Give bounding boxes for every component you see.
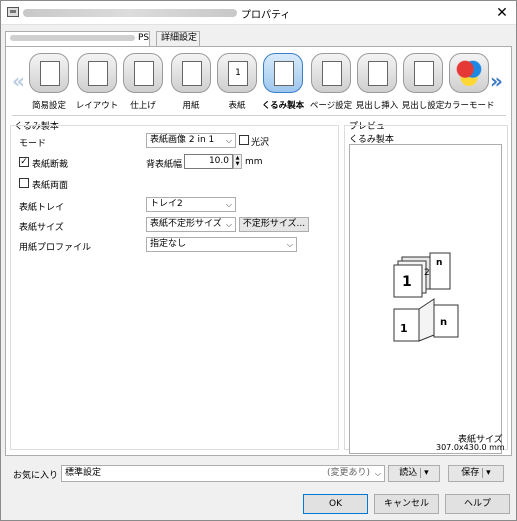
window-title: プロパティ — [241, 10, 291, 21]
favorites-value: 標準設定 — [65, 468, 102, 478]
mode-select[interactable]: 表紙画像 2 in 1 ⌵ — [146, 133, 236, 148]
tab-advanced[interactable]: 詳細設定 — [156, 31, 200, 46]
page-n-label: n — [436, 258, 442, 268]
preview-image: 1 2 n 1 n 表紙サイズ 307.0x430.0 mm — [349, 144, 505, 454]
divider — [12, 115, 506, 116]
page-n-label: n — [440, 317, 447, 328]
tab-ps-label: PS — [138, 33, 150, 43]
cover-tray-value: トレイ2 — [150, 199, 183, 209]
spine-width-label: 背表紙幅 — [146, 160, 183, 170]
save-label: 保存 — [461, 468, 480, 478]
tab-name-redacted — [10, 34, 135, 41]
chevron-down-icon: ⌵ — [225, 220, 232, 229]
favorites-changed-note: (変更あり) — [326, 468, 370, 478]
paper-profile-value: 指定なし — [150, 239, 187, 249]
cover-size-value: 表紙不定形サイズ — [150, 219, 222, 229]
mode-label: モード — [19, 139, 47, 149]
load-label: 読込 — [399, 468, 418, 478]
title-bar: プロパティ ✕ — [1, 1, 516, 25]
paper-profile-select[interactable]: 指定なし ⌵ — [146, 237, 297, 252]
perfect-binding-icon — [263, 53, 303, 93]
feature-color-mode[interactable]: カラーモード — [443, 53, 495, 115]
save-button[interactable]: 保存 ▾ — [448, 465, 504, 482]
tab-ps[interactable]: PS — [5, 31, 150, 47]
tab-insert-icon — [357, 53, 397, 93]
spine-width-input[interactable]: 10.0 — [184, 154, 233, 169]
properties-window: プロパティ ✕ PS 詳細設定 « 简易設定 レイアウト 仕上げ 用紙 1 表紙… — [0, 0, 517, 521]
cancel-button[interactable]: キャンセル — [374, 494, 439, 514]
feature-finishing[interactable]: 仕上げ — [120, 53, 166, 115]
cover-size-value: 307.0x430.0 mm — [436, 443, 505, 452]
favorites-label: お気に入り — [13, 471, 59, 481]
spine-unit: mm — [245, 157, 263, 167]
paper-profile-label: 用紙プロファイル — [19, 243, 92, 253]
settings-panel: « 简易設定 レイアウト 仕上げ 用紙 1 表紙 くるみ製本 ページ設定 見出し… — [5, 46, 512, 456]
color-mode-icon — [449, 53, 489, 93]
gloss-checkbox[interactable] — [239, 135, 249, 145]
chevron-down-icon: ⌵ — [374, 469, 381, 478]
tab-setting-icon — [403, 53, 443, 93]
chevron-down-icon: ⌵ — [286, 240, 293, 249]
paper-icon — [171, 53, 211, 93]
feature-quick-setup[interactable]: 简易設定 — [26, 53, 72, 115]
booklet-illustration: 1 2 n 1 n — [393, 252, 459, 342]
printer-name-redacted — [23, 9, 237, 17]
cover-icon: 1 — [217, 53, 257, 93]
chevron-down-icon: ⌵ — [225, 200, 232, 209]
spin-buttons[interactable]: ▲ ▼ — [233, 154, 242, 169]
chevron-down-icon: ⌵ — [225, 136, 232, 145]
tab-advanced-label: 詳細設定 — [161, 33, 198, 43]
feature-icon-bar: « 简易設定 レイアウト 仕上げ 用紙 1 表紙 くるみ製本 ページ設定 見出し… — [12, 51, 504, 115]
ok-button[interactable]: OK — [303, 494, 368, 514]
cover-tray-select[interactable]: トレイ2 ⌵ — [146, 197, 236, 212]
help-button[interactable]: ヘルプ — [445, 494, 510, 514]
cover-trim-checkbox[interactable]: ✓ — [19, 157, 29, 167]
scroll-right-icon[interactable]: » — [490, 69, 503, 93]
favorites-select[interactable]: 標準設定 (変更あり) ⌵ — [61, 465, 385, 482]
duplex-cover-checkbox[interactable] — [19, 178, 29, 188]
page-1-label: 1 — [400, 322, 408, 335]
feature-label: カラーモード — [443, 101, 495, 111]
printer-icon — [7, 7, 19, 17]
feature-perfect-binding[interactable]: くるみ製本 — [260, 53, 306, 115]
favorites-bar: お気に入り 標準設定 (変更あり) ⌵ 読込 ▾ 保存 ▾ — [5, 463, 512, 485]
layout-icon — [77, 53, 117, 93]
scroll-left-icon[interactable]: « — [12, 69, 25, 93]
dropdown-arrow-icon: ▾ — [420, 468, 429, 478]
gloss-label: 光沢 — [251, 138, 270, 148]
page-1-label: 1 — [402, 274, 412, 290]
binding-group-frame — [10, 125, 339, 450]
custom-size-button[interactable]: 不定形サイズ... — [239, 217, 309, 232]
page-2-label: 2 — [424, 268, 430, 278]
mode-value: 表紙画像 2 in 1 — [150, 135, 215, 145]
duplex-cover-label: 表紙両面 — [32, 181, 69, 191]
quick-setup-icon — [29, 53, 69, 93]
cover-tray-label: 表紙トレイ — [19, 203, 65, 213]
page-setup-icon — [311, 53, 351, 93]
load-button[interactable]: 読込 ▾ — [388, 465, 440, 482]
cover-trim-label: 表紙断裁 — [32, 160, 69, 170]
cover-size-select[interactable]: 表紙不定形サイズ ⌵ — [146, 217, 236, 232]
dropdown-arrow-icon: ▾ — [482, 468, 491, 478]
finishing-icon — [123, 53, 163, 93]
cover-size-label: 表紙サイズ — [19, 223, 64, 233]
close-icon[interactable]: ✕ — [491, 3, 513, 23]
